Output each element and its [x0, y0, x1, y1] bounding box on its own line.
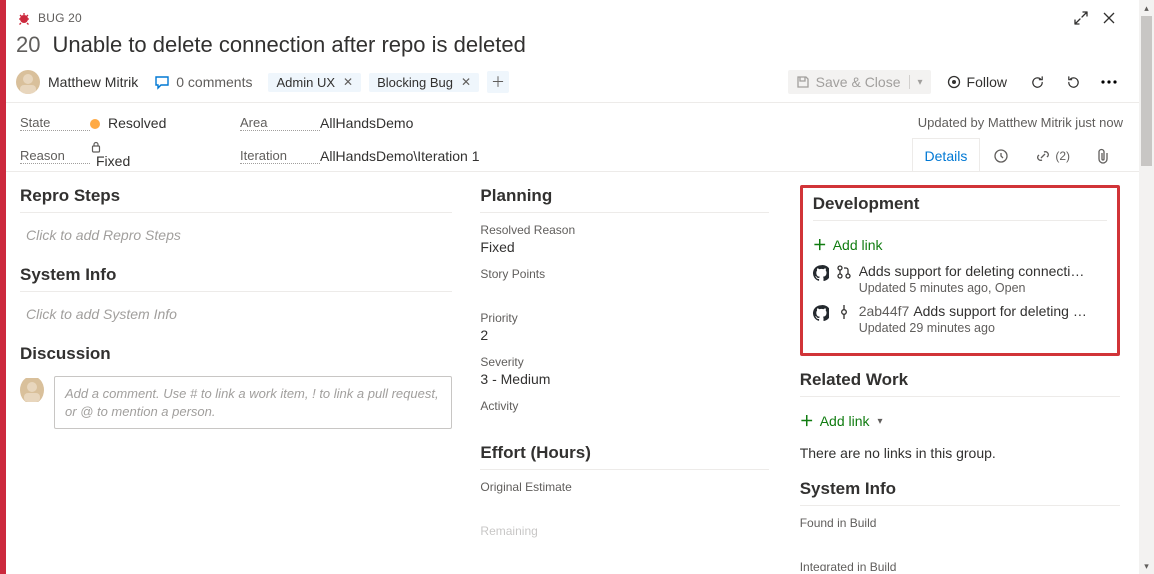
reason-label: Reason	[20, 148, 90, 164]
priority-label: Priority	[480, 311, 768, 325]
related-add-link-button[interactable]: ＋ Add link ▾	[800, 411, 883, 431]
work-item-id: 20	[16, 32, 40, 58]
repro-steps-title: Repro Steps	[20, 186, 452, 210]
effort-title: Effort (Hours)	[480, 443, 768, 467]
tag-blocking-bug[interactable]: Blocking Bug ✕	[369, 73, 479, 92]
scroll-down-button[interactable]: ▾	[1139, 558, 1154, 574]
dev-item-title: 2ab44f7Adds support for deleting …	[859, 303, 1107, 319]
iteration-value[interactable]: AllHandsDemo\Iteration 1	[320, 148, 912, 164]
plus-icon: ＋	[800, 411, 814, 431]
remaining-label: Remaining	[480, 524, 768, 538]
development-title: Development	[813, 194, 1107, 218]
more-actions-button[interactable]	[1095, 68, 1123, 96]
tag-remove-icon[interactable]: ✕	[459, 75, 473, 89]
tab-links[interactable]: (2)	[1022, 138, 1083, 172]
comments-count: 0 comments	[176, 74, 252, 90]
assignee-avatar[interactable]	[16, 70, 40, 94]
chevron-down-icon: ▾	[918, 77, 923, 88]
reason-value[interactable]: Fixed	[90, 141, 240, 170]
comments-button[interactable]: 0 comments	[146, 70, 260, 94]
dev-item-title: Adds support for deleting connecti…	[859, 263, 1107, 279]
found-in-build-label: Found in Build	[800, 516, 1120, 530]
save-label: Save & Close	[816, 74, 901, 90]
tab-attachments[interactable]	[1083, 138, 1123, 172]
development-section-highlight: Development ＋ Add link	[800, 185, 1120, 356]
tag-remove-icon[interactable]: ✕	[341, 75, 355, 89]
refresh-button[interactable]	[1023, 68, 1051, 96]
tab-history[interactable]	[980, 138, 1022, 172]
tag-label: Admin UX	[276, 75, 335, 90]
original-estimate-label: Original Estimate	[480, 480, 768, 494]
area-value[interactable]: AllHandsDemo	[320, 115, 912, 131]
related-empty-text: There are no links in this group.	[800, 445, 1120, 461]
right-system-info-title: System Info	[800, 479, 1120, 503]
found-in-build-value[interactable]	[800, 532, 1120, 548]
discussion-title: Discussion	[20, 344, 452, 368]
dev-item-meta: Updated 29 minutes ago	[859, 321, 1107, 335]
dev-item-meta: Updated 5 minutes ago, Open	[859, 281, 1107, 295]
follow-label: Follow	[967, 74, 1007, 90]
scroll-track[interactable]	[1139, 16, 1154, 558]
current-user-avatar	[20, 376, 44, 404]
state-label: State	[20, 115, 90, 131]
plus-icon: ＋	[813, 235, 827, 255]
work-item-title[interactable]: Unable to delete connection after repo i…	[52, 32, 525, 58]
assignee-name[interactable]: Matthew Mitrik	[48, 74, 138, 90]
iteration-label: Iteration	[240, 148, 320, 164]
links-count: (2)	[1055, 149, 1070, 163]
link-icon	[1035, 148, 1051, 164]
story-points-label: Story Points	[480, 267, 768, 281]
severity-value[interactable]: 3 - Medium	[480, 371, 768, 387]
activity-value[interactable]	[480, 415, 768, 431]
resolved-reason-label: Resolved Reason	[480, 223, 768, 237]
lock-icon	[90, 141, 240, 153]
scroll-thumb[interactable]	[1141, 16, 1152, 166]
dev-item-pr[interactable]: Adds support for deleting connecti… Upda…	[813, 263, 1107, 295]
repro-steps-input[interactable]: Click to add Repro Steps	[20, 223, 452, 265]
github-icon	[813, 305, 829, 321]
add-tag-button[interactable]: ＋	[487, 71, 509, 93]
detail-tabs: Details (2)	[912, 138, 1123, 172]
scroll-up-button[interactable]: ▴	[1139, 0, 1154, 16]
severity-label: Severity	[480, 355, 768, 369]
area-label: Area	[240, 115, 320, 131]
bug-icon	[16, 10, 32, 26]
story-points-value[interactable]	[480, 283, 768, 299]
follow-icon	[947, 75, 961, 89]
tab-details[interactable]: Details	[912, 138, 981, 172]
save-icon	[796, 75, 810, 89]
state-value[interactable]: Resolved	[90, 115, 240, 131]
work-item-type-label: BUG 20	[38, 11, 82, 25]
tag-label: Blocking Bug	[377, 75, 453, 90]
follow-button[interactable]: Follow	[939, 70, 1015, 94]
comment-icon	[154, 74, 170, 90]
revert-button[interactable]	[1059, 68, 1087, 96]
chevron-down-icon: ▾	[878, 416, 883, 427]
updated-text: Updated by Matthew Mitrik just now	[918, 115, 1123, 130]
dev-item-commit[interactable]: 2ab44f7Adds support for deleting … Updat…	[813, 303, 1107, 335]
integrated-in-build-label: Integrated in Build	[800, 560, 1120, 574]
tag-admin-ux[interactable]: Admin UX ✕	[268, 73, 361, 92]
vertical-scrollbar[interactable]: ▴ ▾	[1139, 0, 1154, 574]
system-info-input[interactable]: Click to add System Info	[20, 302, 452, 344]
activity-label: Activity	[480, 399, 768, 413]
system-info-title: System Info	[20, 265, 452, 289]
priority-value[interactable]: 2	[480, 327, 768, 343]
dev-add-link-button[interactable]: ＋ Add link	[813, 235, 883, 255]
state-dot-icon	[90, 119, 100, 129]
save-and-close-button[interactable]: Save & Close ▾	[788, 70, 931, 94]
history-icon	[993, 148, 1009, 164]
close-button[interactable]	[1095, 4, 1123, 32]
expand-button[interactable]	[1067, 4, 1095, 32]
original-estimate-value[interactable]	[480, 496, 768, 512]
planning-title: Planning	[480, 186, 768, 210]
resolved-reason-value[interactable]: Fixed	[480, 239, 768, 255]
discussion-input[interactable]: Add a comment. Use # to link a work item…	[54, 376, 452, 429]
related-work-title: Related Work	[800, 370, 1120, 394]
pull-request-icon	[837, 265, 851, 279]
attachment-icon	[1096, 148, 1110, 164]
commit-icon	[837, 305, 851, 319]
github-icon	[813, 265, 829, 281]
